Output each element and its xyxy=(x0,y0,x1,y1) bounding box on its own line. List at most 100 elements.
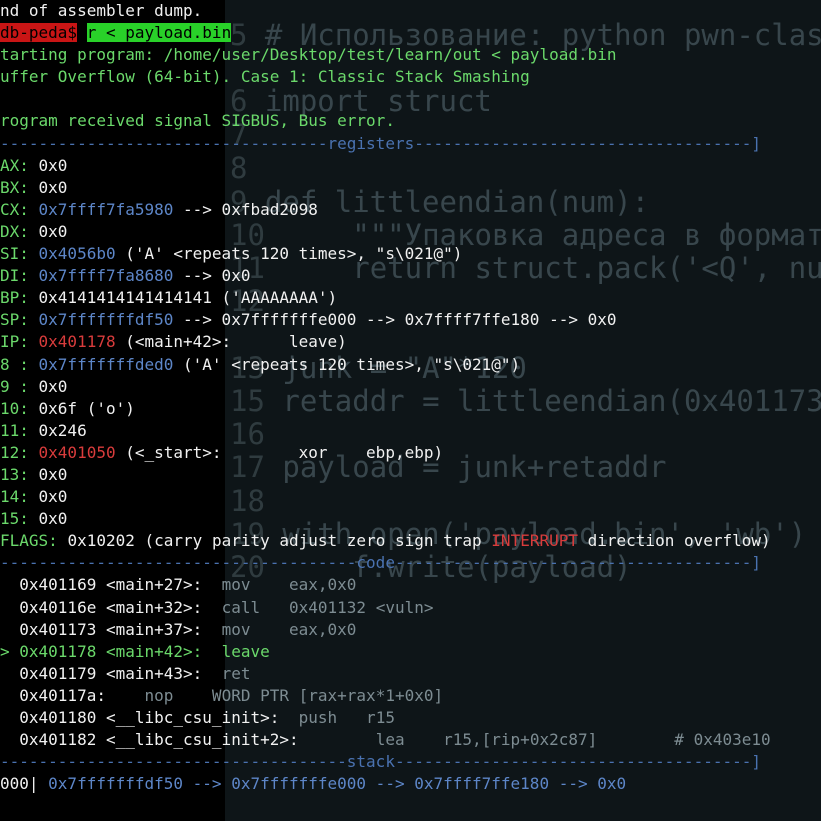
register-value: 0x0 xyxy=(38,487,68,507)
code-address: 0x401182 <__libc_csu_init+2>: xyxy=(19,730,299,750)
eflags-line: FLAGS: 0x10202 (carry parity adjust zero… xyxy=(0,530,821,552)
register-value: 0x0 xyxy=(38,509,68,529)
register-value: 0x4141414141414141 xyxy=(38,288,212,308)
register-row: DX: 0x0 xyxy=(0,221,821,243)
code-instruction: lea r15,[rip+0x2c87] # 0x403e10 xyxy=(298,730,771,750)
register-value: 0x246 xyxy=(38,420,87,440)
register-name: 9 : xyxy=(0,376,39,396)
register-value: 0x401050 xyxy=(38,442,116,462)
register-row: 13: 0x0 xyxy=(0,464,821,486)
code-marker xyxy=(0,686,19,705)
register-row: SI: 0x4056b0 ('A' <repeats 120 times>, "… xyxy=(0,243,821,265)
register-row: IP: 0x401178 (<main+42>: leave) xyxy=(0,331,821,353)
register-name: 8 : xyxy=(0,354,39,374)
register-row: 8 : 0x7fffffffded0 ('A' <repeats 120 tim… xyxy=(0,354,821,376)
eflags-post: direction overflow) xyxy=(578,531,771,551)
register-value: 0x401178 xyxy=(38,332,116,352)
code-line: 0x40116e <main+32>: call 0x401132 <vuln> xyxy=(0,597,821,619)
stack-prefix: 000| xyxy=(0,774,39,794)
code-marker: > xyxy=(0,641,20,661)
registers-list: AX: 0x0 BX: 0x0 CX: 0x7ffff7fa5980 --> 0xf… xyxy=(0,155,821,531)
register-detail: --> 0xfbad2098 xyxy=(173,199,318,219)
gdb-prompt: db-peda$ xyxy=(0,23,78,43)
code-marker xyxy=(0,575,19,594)
code-marker xyxy=(0,708,19,727)
register-value: 0x4056b0 xyxy=(38,244,116,264)
code-instruction: leave xyxy=(202,641,270,661)
code-line: 0x401180 <__libc_csu_init>: push r15 xyxy=(0,707,821,729)
register-detail: (<_start>: xor ebp,ebp) xyxy=(115,442,444,462)
register-name: 11: xyxy=(0,420,39,440)
code-instruction: ret xyxy=(202,663,251,683)
code-marker xyxy=(0,664,19,683)
buffer-line: uffer Overflow (64-bit). Case 1: Classic… xyxy=(0,67,530,87)
register-value: 0x0 xyxy=(38,376,68,396)
register-value: 0x0 xyxy=(38,221,68,241)
register-detail: ('A' <repeats 120 times>, "s\021@") xyxy=(115,244,463,264)
stack-values: 0x7fffffffdf50 --> 0x7fffffffe000 --> 0x… xyxy=(38,774,627,794)
register-value: 0x7ffff7fa5980 xyxy=(38,199,174,219)
register-name: DI: xyxy=(0,266,39,286)
code-line: 0x40117a: nop WORD PTR [rax+rax*1+0x0] xyxy=(0,685,821,707)
register-name: AX: xyxy=(0,155,39,175)
register-detail: --> 0x7fffffffe000 --> 0x7ffff7ffe180 --… xyxy=(173,310,617,330)
register-name: BP: xyxy=(0,288,39,308)
register-name: 12: xyxy=(0,442,39,462)
register-value: 0x0 xyxy=(38,177,68,197)
code-address: 0x401173 <main+37>: xyxy=(19,619,203,639)
code-list: 0x401169 <main+27>: mov eax,0x0 0x40116e… xyxy=(0,574,821,751)
register-row: 9 : 0x0 xyxy=(0,376,821,398)
register-value: 0x7fffffffdf50 xyxy=(38,310,174,330)
register-name: SP: xyxy=(0,310,39,330)
register-row: DI: 0x7ffff7fa8680 --> 0x0 xyxy=(0,265,821,287)
register-value: 0x7fffffffded0 xyxy=(38,354,174,374)
code-address: 0x40117a: xyxy=(19,685,106,705)
code-instruction: call 0x401132 <vuln> xyxy=(202,597,434,617)
register-detail: ('o') xyxy=(77,398,135,418)
register-name: 13: xyxy=(0,464,39,484)
stack-header: ------------------------------------stac… xyxy=(0,752,761,772)
code-marker xyxy=(0,598,19,617)
code-address: 0x40116e <main+32>: xyxy=(19,597,203,617)
code-address: 0x401169 <main+27>: xyxy=(19,575,203,595)
code-instruction: push r15 xyxy=(279,708,395,727)
eflags-interrupt: INTERRUPT xyxy=(491,531,578,551)
starting-line: tarting program: /home/user/Desktop/test… xyxy=(0,45,617,65)
code-line: 0x401179 <main+43>: ret xyxy=(0,663,821,685)
code-marker xyxy=(0,730,19,749)
register-name: CX: xyxy=(0,199,39,219)
code-line: 0x401173 <main+37>: mov eax,0x0 xyxy=(0,619,821,641)
register-value: 0x7ffff7fa8680 xyxy=(38,266,174,286)
code-instruction: mov eax,0x0 xyxy=(202,575,357,595)
code-instruction: mov eax,0x0 xyxy=(202,619,357,639)
eflags-name: FLAGS: xyxy=(0,531,58,551)
register-row: CX: 0x7ffff7fa5980 --> 0xfbad2098 xyxy=(0,199,821,221)
eflags-pre: (carry parity adjust zero sign trap xyxy=(134,531,492,551)
register-name: BX: xyxy=(0,177,39,197)
code-address: 0x401179 <main+43>: xyxy=(19,663,203,683)
register-detail: ('A' <repeats 120 times>, "s\021@") xyxy=(173,354,521,374)
register-name: 10: xyxy=(0,398,39,418)
code-header: -------------------------------------cod… xyxy=(0,553,761,573)
register-row: 11: 0x246 xyxy=(0,420,821,442)
register-value: 0x0 xyxy=(38,155,68,175)
prompt-line: db-peda$ r < payload.bin xyxy=(0,22,821,44)
end-dump-line: nd of assembler dump. xyxy=(0,1,203,20)
register-name: 15: xyxy=(0,509,39,529)
register-name: DX: xyxy=(0,221,39,241)
register-row: BP: 0x4141414141414141 ('AAAAAAAA') xyxy=(0,287,821,309)
register-row: AX: 0x0 xyxy=(0,155,821,177)
register-detail: --> 0x0 xyxy=(173,266,251,286)
register-row: 14: 0x0 xyxy=(0,486,821,508)
command-input[interactable]: r < payload.bin xyxy=(86,23,232,43)
register-detail: (<main+42>: leave) xyxy=(115,332,347,352)
code-line-current: > 0x401178 <main+42>: leave xyxy=(0,641,821,663)
terminal[interactable]: nd of assembler dump. db-peda$ r < paylo… xyxy=(0,0,821,821)
code-marker xyxy=(0,620,19,639)
register-row: 12: 0x401050 (<_start>: xor ebp,ebp) xyxy=(0,442,821,464)
register-value: 0x6f xyxy=(38,398,78,418)
register-row: 10: 0x6f ('o') xyxy=(0,398,821,420)
signal-line: rogram received signal SIGBUS, Bus error… xyxy=(0,111,395,131)
code-instruction: nop WORD PTR [rax+rax*1+0x0] xyxy=(105,685,444,705)
